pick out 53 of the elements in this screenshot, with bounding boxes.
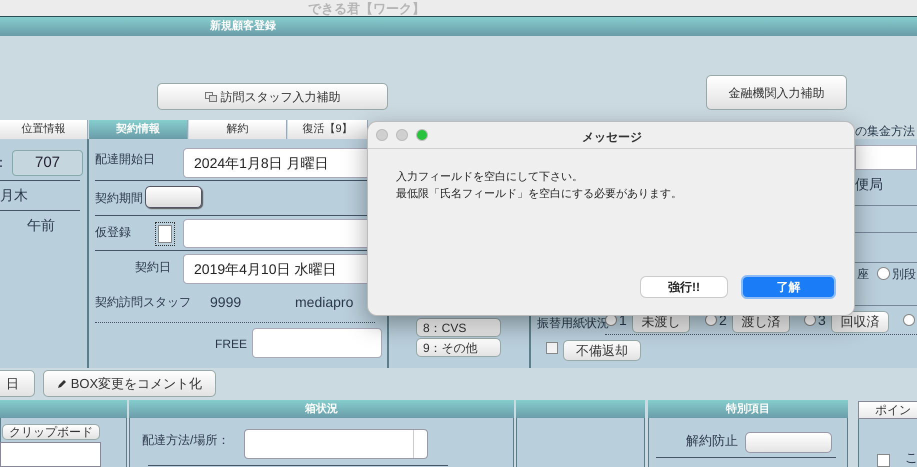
option-text: 座: [857, 268, 869, 280]
field-label: 仮登録: [95, 226, 131, 238]
option-number: 1: [619, 313, 627, 327]
text-field[interactable]: [252, 328, 382, 358]
section-label: の集金方法: [855, 125, 915, 137]
card-header: ポイン: [858, 401, 917, 419]
tab[interactable]: 位置情報: [0, 120, 88, 139]
field-label: 契約日: [135, 261, 171, 273]
checkbox[interactable]: [877, 454, 890, 467]
section-header: 特別項目: [648, 400, 848, 418]
section-header: 箱状況: [129, 400, 514, 418]
dialog-button[interactable]: 了解: [741, 275, 836, 299]
field-label: FREE: [215, 338, 248, 350]
checkbox[interactable]: [546, 342, 558, 354]
option-text: 別段: [892, 268, 916, 280]
field-label: 配達方法/場所：: [142, 434, 230, 446]
header-bar: 新規顧客登録: [0, 17, 917, 36]
code-field: 707: [12, 150, 83, 176]
assist-button[interactable]: 金融機関入力補助: [706, 75, 847, 110]
text-field[interactable]: [0, 442, 101, 467]
payment-button[interactable]: 8：CVS: [416, 318, 501, 337]
dialog-button[interactable]: 強行!!: [640, 276, 728, 298]
period-button[interactable]: [145, 186, 202, 208]
field-label: 契約訪問スタッフ: [95, 296, 191, 308]
payment-button[interactable]: 9：その他: [416, 338, 501, 357]
message-text: 入力フィールドを空白にして下さい。: [396, 170, 584, 184]
text-field[interactable]: [855, 145, 917, 170]
field-label: 配達開始日: [95, 153, 155, 165]
field-label: 契約期間: [95, 192, 143, 204]
message-text: 最低限「氏名フィールド」を空白にする必要があります。: [396, 187, 682, 201]
toolbar-button[interactable]: BOX変更をコメント化: [43, 370, 216, 397]
time-text: 午前: [27, 218, 55, 232]
checkbox[interactable]: [158, 225, 172, 243]
pencil-icon: [56, 378, 67, 388]
dropdown[interactable]: [244, 429, 428, 459]
field-label: 解約防止: [686, 434, 738, 447]
option-text: 便局: [855, 177, 883, 191]
dropdown[interactable]: [745, 432, 832, 453]
assist-button[interactable]: 訪問スタッフ入力補助: [157, 83, 388, 110]
status-button[interactable]: 回収済: [831, 311, 889, 333]
toolbar-button[interactable]: 日: [0, 370, 35, 397]
tab[interactable]: 復活【9】: [288, 120, 368, 139]
staff-name: mediapro: [295, 295, 354, 309]
separator: ：: [0, 155, 8, 169]
return-button[interactable]: 不備返却: [563, 340, 641, 361]
clipboard-button[interactable]: クリップボード: [2, 424, 100, 440]
days-text: 月木: [0, 188, 28, 202]
tab[interactable]: 解約: [189, 120, 287, 139]
option-text: こ: [905, 451, 917, 464]
copy-icon: [204, 92, 216, 102]
dialog-title: メッセージ: [581, 129, 643, 146]
staff-code: 9999: [210, 295, 242, 309]
zoom-button[interactable]: [416, 129, 428, 141]
